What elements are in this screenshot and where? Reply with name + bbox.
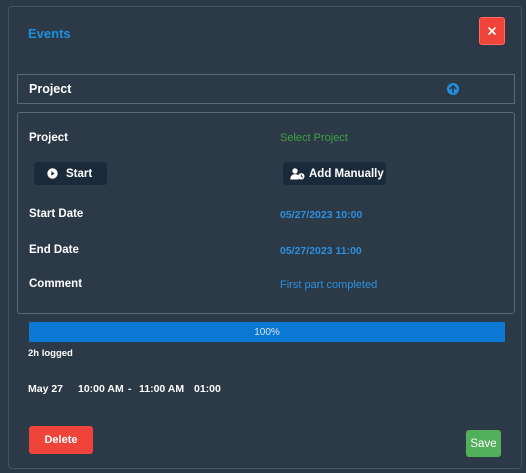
progress-label: 100%: [254, 326, 280, 338]
events-dialog: Events Project Project Select Project St…: [8, 6, 522, 469]
time-start: 10:00 AM: [78, 383, 124, 395]
arrow-up-circle-icon[interactable]: [446, 82, 460, 96]
start-date-label: Start Date: [29, 208, 84, 220]
start-button-label: Start: [66, 167, 93, 180]
end-date-value[interactable]: 05/27/2023 11:00: [280, 245, 362, 257]
comment-value[interactable]: First part completed: [280, 279, 377, 291]
project-label: Project: [29, 132, 68, 144]
end-date-label: End Date: [29, 244, 79, 256]
time-duration: 01:00: [194, 383, 221, 395]
progress-bar: 100%: [29, 322, 505, 342]
comment-label: Comment: [29, 278, 83, 290]
start-button[interactable]: Start: [34, 162, 107, 185]
logged-time: 2h logged: [28, 348, 73, 359]
project-select[interactable]: Select Project: [280, 132, 348, 144]
time-end: 11:00 AM: [139, 383, 185, 395]
user-clock-icon: [290, 167, 305, 180]
play-circle-icon: [47, 168, 58, 179]
close-button[interactable]: [479, 17, 505, 45]
delete-button[interactable]: Delete: [29, 426, 93, 454]
close-icon: [488, 27, 496, 35]
project-section-header[interactable]: Project: [17, 74, 515, 104]
save-button[interactable]: Save: [466, 430, 501, 457]
start-date-value[interactable]: 05/27/2023 10:00: [280, 209, 362, 221]
add-manually-button[interactable]: Add Manually: [283, 162, 386, 185]
time-date: May 27: [28, 383, 64, 395]
event-form: Project Select Project Start Add Manuall…: [17, 112, 515, 314]
add-manually-label: Add Manually: [309, 167, 384, 180]
project-section-title: Project: [29, 82, 72, 96]
time-separator: -: [128, 383, 132, 395]
dialog-title: Events: [28, 26, 71, 41]
